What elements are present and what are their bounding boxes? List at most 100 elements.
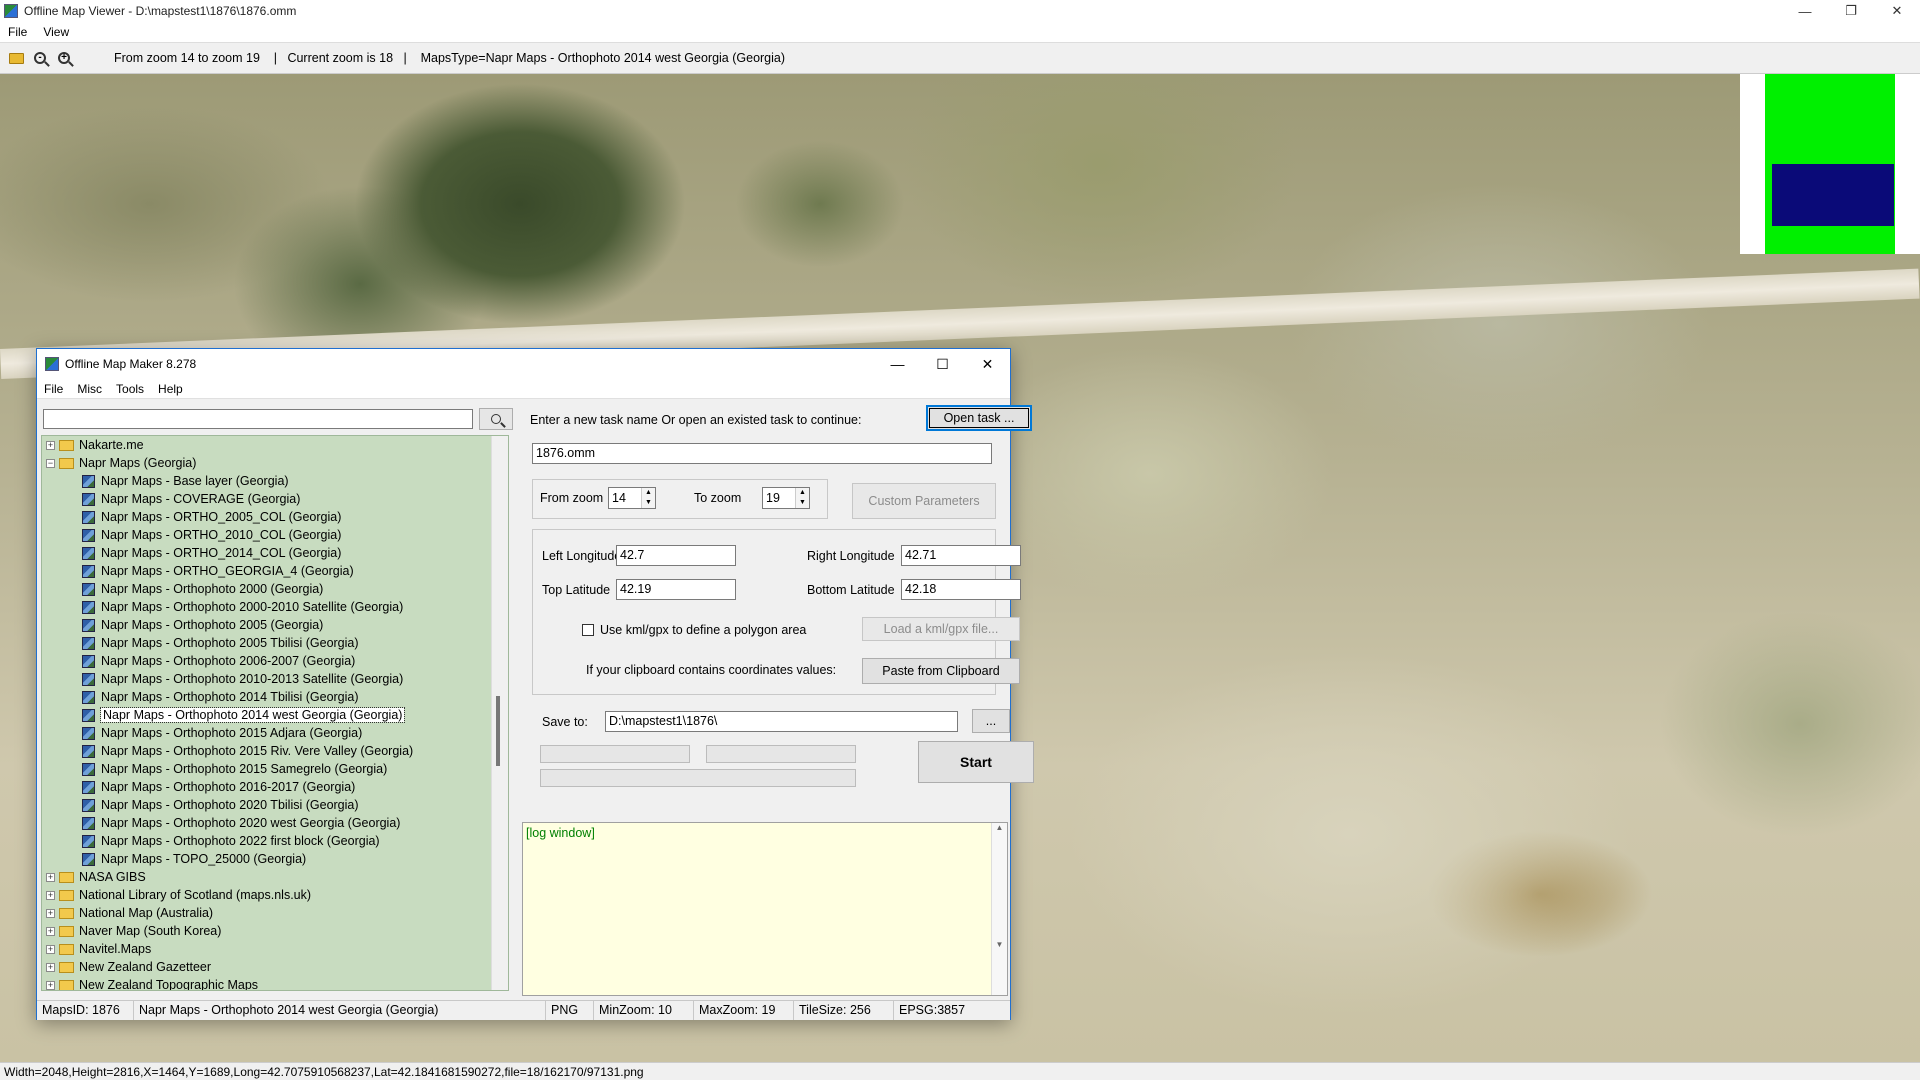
- maps-tree[interactable]: + Nakarte.me − Napr Maps (Georgia) Napr Maps…: [41, 435, 509, 991]
- tree-folder[interactable]: + New Zealand Gazetteer: [42, 958, 508, 976]
- kml-checkbox[interactable]: [582, 624, 594, 636]
- open-task-button[interactable]: Open task ...: [926, 405, 1032, 431]
- zoom-out-button[interactable]: -: [30, 48, 50, 68]
- folder-icon: [59, 871, 74, 883]
- to-zoom-stepper[interactable]: 19 ▲ ▼: [762, 487, 810, 509]
- paste-from-clipboard-button[interactable]: Paste from Clipboard: [862, 658, 1020, 684]
- top-latitude-input[interactable]: 42.19: [616, 579, 736, 600]
- custom-parameters-button[interactable]: Custom Parameters: [852, 483, 996, 519]
- tree-map-item[interactable]: Napr Maps - Orthophoto 2000-2010 Satelli…: [42, 598, 508, 616]
- minimap[interactable]: [1740, 74, 1920, 254]
- tree-content: + Nakarte.me − Napr Maps (Georgia) Napr Maps…: [42, 436, 508, 990]
- to-zoom-arrows-icon[interactable]: ▲ ▼: [795, 488, 809, 508]
- tree-map-item[interactable]: Napr Maps - COVERAGE (Georgia): [42, 490, 508, 508]
- tree-map-label: Napr Maps - Orthophoto 2015 Samegrelo (G…: [101, 762, 388, 776]
- tree-map-item[interactable]: Napr Maps - Orthophoto 2020 west Georgia…: [42, 814, 508, 832]
- expand-icon[interactable]: +: [46, 926, 55, 936]
- bottom-latitude-input[interactable]: 42.18: [901, 579, 1021, 600]
- dialog-menubar: File Misc Tools Help: [37, 379, 1010, 399]
- menu-view[interactable]: View: [35, 25, 77, 39]
- collapse-icon[interactable]: −: [46, 458, 55, 468]
- tree-folder[interactable]: + National Library of Scotland (maps.nls.…: [42, 886, 508, 904]
- tree-map-item[interactable]: Napr Maps - ORTHO_GEORGIA_4 (Georgia): [42, 562, 508, 580]
- tree-folder-label: Navitel.Maps: [79, 942, 152, 956]
- search-input[interactable]: [43, 409, 473, 429]
- tree-folder[interactable]: + Navitel.Maps: [42, 940, 508, 958]
- task-name-input[interactable]: 1876.omm: [532, 443, 992, 464]
- from-zoom-stepper[interactable]: 14 ▲ ▼: [608, 487, 656, 509]
- tree-map-item[interactable]: Napr Maps - Orthophoto 2010-2013 Satelli…: [42, 670, 508, 688]
- tree-map-item[interactable]: Napr Maps - Orthophoto 2016-2017 (Georgi…: [42, 778, 508, 796]
- tree-folder[interactable]: + NASA GIBS: [42, 868, 508, 886]
- tree-map-item[interactable]: Napr Maps - Orthophoto 2006-2007 (Georgi…: [42, 652, 508, 670]
- close-icon[interactable]: ✕: [1874, 0, 1920, 22]
- tree-map-label: Napr Maps - Orthophoto 2000-2010 Satelli…: [101, 600, 404, 614]
- start-button[interactable]: Start: [918, 741, 1034, 783]
- dialog-menu-help[interactable]: Help: [151, 382, 190, 396]
- dialog-minimize-icon[interactable]: —: [875, 349, 920, 379]
- tree-map-item[interactable]: Napr Maps - Orthophoto 2005 (Georgia): [42, 616, 508, 634]
- zoom-in-button[interactable]: +: [54, 48, 74, 68]
- restore-icon[interactable]: ❐: [1828, 0, 1874, 22]
- viewer-toolbar: - + From zoom 14 to zoom 19 | Current zo…: [0, 42, 1920, 74]
- tree-map-item[interactable]: Napr Maps - ORTHO_2005_COL (Georgia): [42, 508, 508, 526]
- folder-icon: [59, 925, 74, 937]
- tree-folder[interactable]: + Naver Map (South Korea): [42, 922, 508, 940]
- maps-list-pane: + Nakarte.me − Napr Maps (Georgia) Napr Maps…: [41, 403, 515, 993]
- tree-scrollbar[interactable]: [491, 436, 508, 990]
- tree-map-item[interactable]: Napr Maps - Orthophoto 2005 Tbilisi (Geo…: [42, 634, 508, 652]
- browse-button[interactable]: ...: [972, 709, 1010, 733]
- tree-map-item[interactable]: Napr Maps - Orthophoto 2015 Adjara (Geor…: [42, 724, 508, 742]
- tree-map-item[interactable]: Napr Maps - Orthophoto 2020 Tbilisi (Geo…: [42, 796, 508, 814]
- expand-icon[interactable]: +: [46, 962, 55, 972]
- dialog-close-icon[interactable]: ✕: [965, 349, 1010, 379]
- tree-map-item[interactable]: Napr Maps - Orthophoto 2022 first block …: [42, 832, 508, 850]
- from-zoom-arrows-icon[interactable]: ▲ ▼: [641, 488, 655, 508]
- tree-folder[interactable]: + New Zealand Topographic Maps: [42, 976, 508, 990]
- tree-map-label: Napr Maps - COVERAGE (Georgia): [101, 492, 301, 506]
- map-layer-icon: [82, 528, 95, 542]
- minimize-icon[interactable]: —: [1782, 0, 1828, 22]
- open-folder-button[interactable]: [6, 48, 26, 68]
- expand-icon[interactable]: +: [46, 872, 55, 882]
- expand-icon[interactable]: +: [46, 890, 55, 900]
- expand-icon[interactable]: +: [46, 980, 55, 990]
- map-layer-icon: [82, 780, 95, 794]
- tree-map-item[interactable]: Napr Maps - TOPO_25000 (Georgia): [42, 850, 508, 868]
- viewer-status-text: Width=2048,Height=2816,X=1464,Y=1689,Lon…: [4, 1064, 644, 1079]
- tree-folder[interactable]: + Nakarte.me: [42, 436, 508, 454]
- tree-map-item[interactable]: Napr Maps - Orthophoto 2014 Tbilisi (Geo…: [42, 688, 508, 706]
- tree-map-item[interactable]: Napr Maps - Orthophoto 2015 Samegrelo (G…: [42, 760, 508, 778]
- tree-map-item[interactable]: Napr Maps - Orthophoto 2000 (Georgia): [42, 580, 508, 598]
- tree-map-item[interactable]: Napr Maps - Orthophoto 2014 west Georgia…: [42, 706, 508, 724]
- dialog-statusbar: MapsID: 1876 Napr Maps - Orthophoto 2014…: [37, 1000, 1010, 1020]
- tree-folder[interactable]: + National Map (Australia): [42, 904, 508, 922]
- expand-icon[interactable]: +: [46, 944, 55, 954]
- load-kml-button[interactable]: Load a kml/gpx file...: [862, 617, 1020, 641]
- map-layer-icon: [82, 672, 95, 686]
- save-path-input[interactable]: D:\mapstest1\1876\: [605, 711, 958, 732]
- tree-map-item[interactable]: Napr Maps - ORTHO_2014_COL (Georgia): [42, 544, 508, 562]
- menu-file[interactable]: File: [0, 25, 35, 39]
- log-window[interactable]: [log window] ▲ ▼: [522, 822, 1008, 996]
- dialog-menu-misc[interactable]: Misc: [70, 382, 109, 396]
- tree-map-item[interactable]: Napr Maps - Orthophoto 2015 Riv. Vere Va…: [42, 742, 508, 760]
- dialog-menu-tools[interactable]: Tools: [109, 382, 151, 396]
- progress-bar-1: [540, 745, 690, 763]
- top-latitude-label: Top Latitude: [542, 583, 611, 597]
- dialog-menu-file[interactable]: File: [37, 382, 70, 396]
- tree-map-item[interactable]: Napr Maps - Base layer (Georgia): [42, 472, 508, 490]
- tree-folder-open[interactable]: − Napr Maps (Georgia): [42, 454, 508, 472]
- dialog-maximize-icon[interactable]: ☐: [920, 349, 965, 379]
- left-longitude-input[interactable]: 42.7: [616, 545, 736, 566]
- tree-map-item[interactable]: Napr Maps - ORTHO_2010_COL (Georgia): [42, 526, 508, 544]
- tree-map-label: Napr Maps - Orthophoto 2020 west Georgia…: [101, 816, 401, 830]
- tree-folder-label: Nakarte.me: [79, 438, 144, 452]
- right-longitude-input[interactable]: 42.71: [901, 545, 1021, 566]
- log-scrollbar[interactable]: ▲ ▼: [991, 823, 1007, 995]
- expand-icon[interactable]: +: [46, 908, 55, 918]
- save-to-label: Save to:: [542, 715, 588, 729]
- tree-scroll-thumb[interactable]: [496, 696, 500, 766]
- expand-icon[interactable]: +: [46, 440, 55, 450]
- search-button[interactable]: [479, 408, 513, 430]
